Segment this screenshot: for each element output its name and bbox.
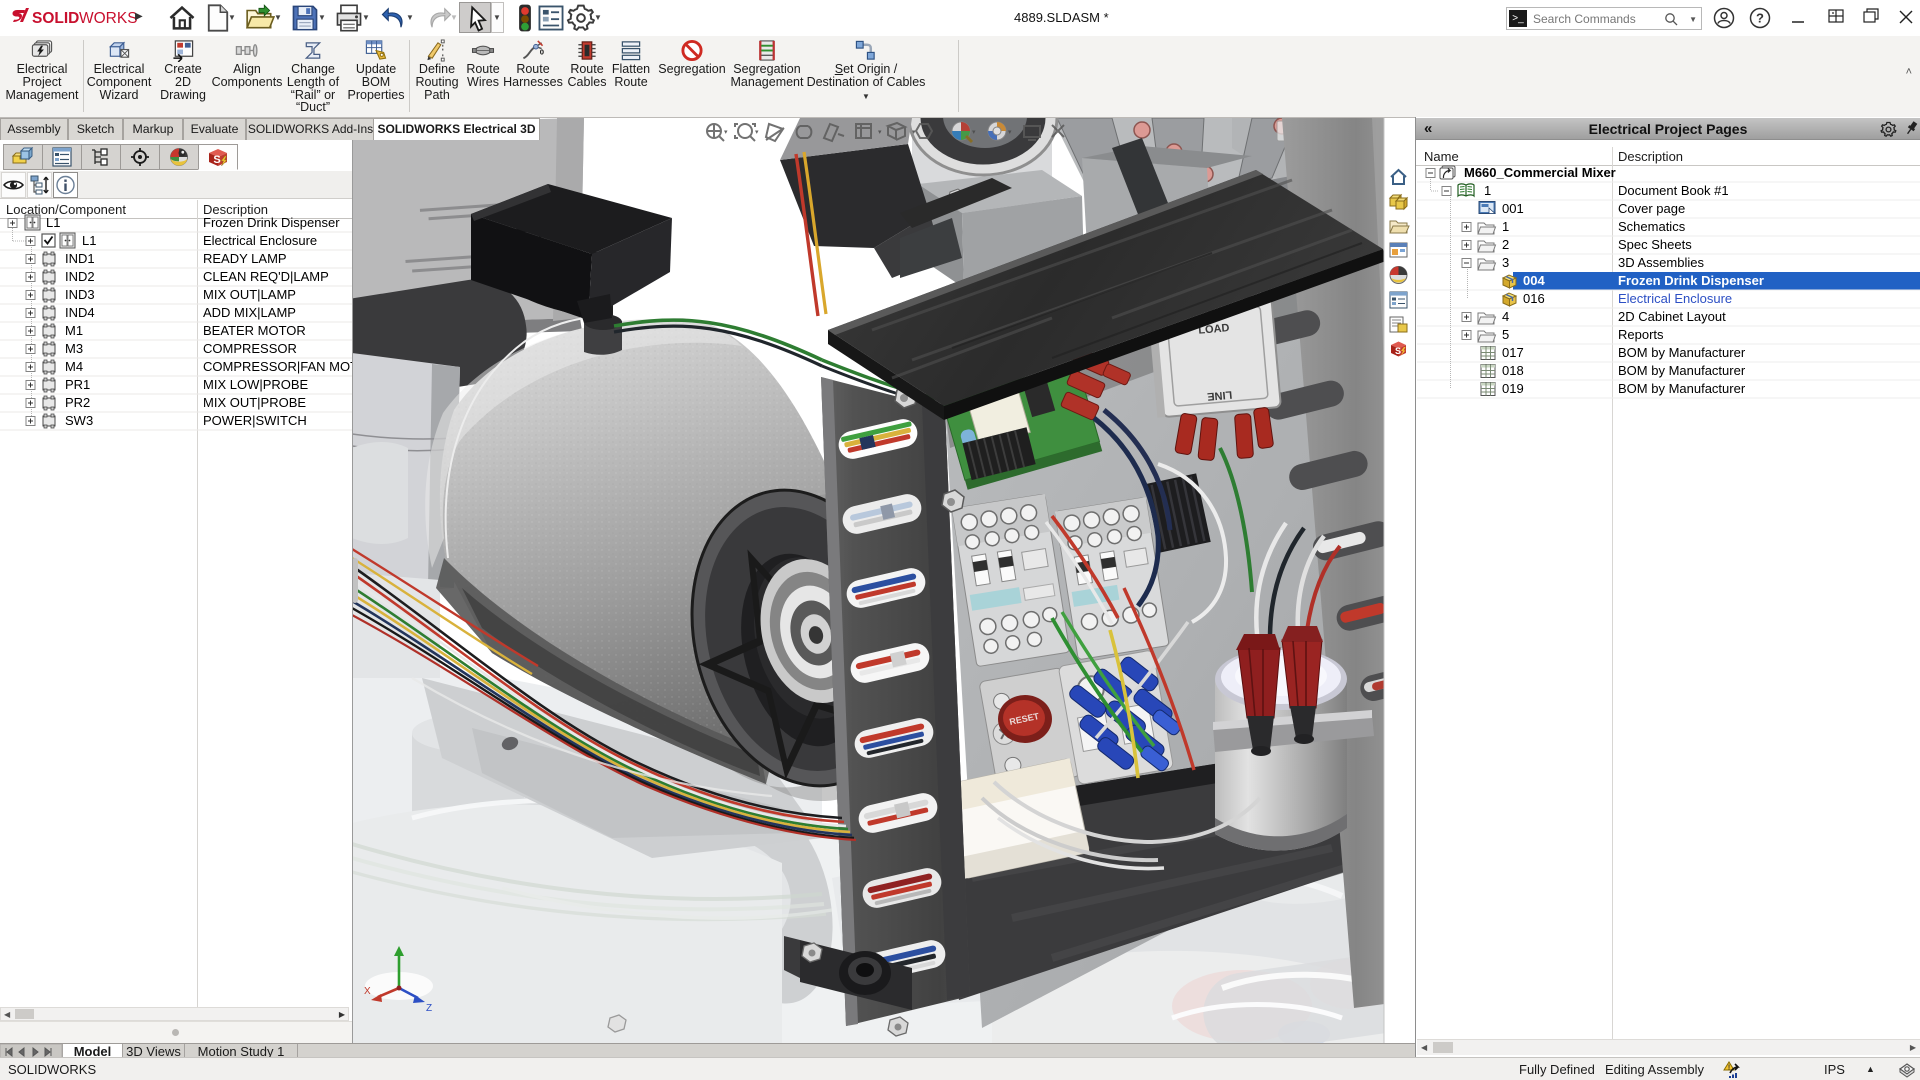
svg-text:?: ? (1756, 11, 1764, 26)
svg-text:Z: Z (426, 1003, 432, 1014)
svg-text:▾: ▾ (972, 129, 976, 136)
svg-text:▾: ▾ (912, 129, 916, 136)
svg-text:▾: ▾ (1008, 129, 1012, 136)
svg-text:!: ! (1728, 1065, 1730, 1072)
svg-text:S: S (1395, 346, 1401, 356)
svg-text:▾: ▾ (724, 129, 728, 136)
svg-text:0: 0 (540, 47, 544, 56)
svg-text:WORKS: WORKS (79, 10, 138, 27)
svg-text:▾: ▾ (755, 129, 759, 136)
svg-text:▾: ▾ (878, 129, 882, 136)
svg-text:LINE: LINE (1207, 388, 1233, 402)
svg-text:X: X (364, 986, 371, 997)
svg-text:SOLID: SOLID (32, 10, 79, 27)
svg-text:S: S (213, 154, 220, 166)
